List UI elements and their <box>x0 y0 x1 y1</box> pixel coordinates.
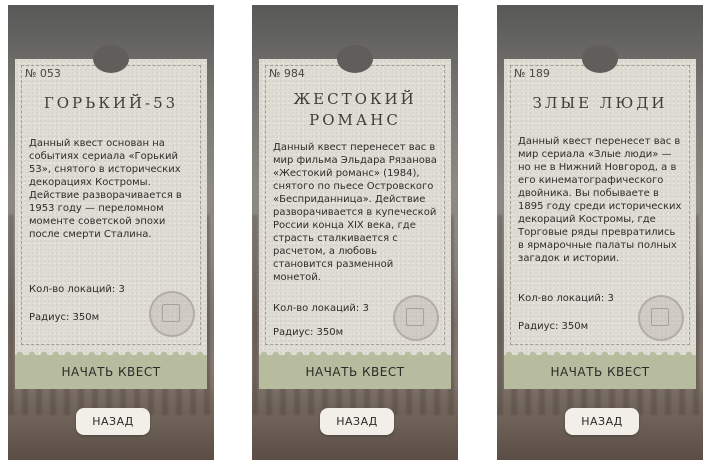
quest-ticket-card: № 984 ЖЕСТОКИЙ РОМАНС Данный квест перен… <box>259 45 451 360</box>
quest-description: Данный квест перенесет вас в мир фильма … <box>273 142 437 283</box>
quest-number: № 053 <box>25 67 61 80</box>
ticket-notch <box>337 45 373 73</box>
location-count: Кол-во локаций: 3 <box>273 303 369 314</box>
quest-screen-cruel-romance: № 984 ЖЕСТОКИЙ РОМАНС Данный квест перен… <box>252 5 458 460</box>
start-quest-button[interactable]: НАЧАТЬ КВЕСТ <box>504 355 696 389</box>
ticket-notch <box>582 45 618 73</box>
quest-ticket-card: № 189 ЗЛЫЕ ЛЮДИ Данный квест перенесет в… <box>504 45 696 360</box>
quest-description: Данный квест перенесет вас в мир сериала… <box>518 136 682 264</box>
start-quest-button[interactable]: НАЧАТЬ КВЕСТ <box>259 355 451 389</box>
quest-radius: Радиус: 350м <box>273 327 344 338</box>
quest-title: ГОРЬКИЙ-53 <box>43 94 179 112</box>
seal-stamp-icon <box>393 295 439 341</box>
location-count: Кол-во локаций: 3 <box>29 284 125 295</box>
quest-title: ЖЕСТОКИЙ РОМАНС <box>293 90 417 129</box>
seal-stamp-icon <box>149 291 195 337</box>
back-button[interactable]: НАЗАД <box>565 408 639 435</box>
location-count: Кол-во локаций: 3 <box>518 293 614 304</box>
quest-title: ЗЛЫЕ ЛЮДИ <box>532 94 668 112</box>
quest-description: Данный квест основан на событиях сериала… <box>29 138 182 240</box>
start-quest-button[interactable]: НАЧАТЬ КВЕСТ <box>15 355 207 389</box>
seal-stamp-icon <box>638 295 684 341</box>
quest-radius: Радиус: 350м <box>518 321 589 332</box>
quest-number: № 984 <box>269 67 305 80</box>
back-button[interactable]: НАЗАД <box>76 408 150 435</box>
quest-screen-evil-people: № 189 ЗЛЫЕ ЛЮДИ Данный квест перенесет в… <box>497 5 703 460</box>
quest-ticket-card: № 053 ГОРЬКИЙ-53 Данный квест основан на… <box>15 45 207 360</box>
quest-number: № 189 <box>514 67 550 80</box>
quest-radius: Радиус: 350м <box>29 312 100 323</box>
quest-screen-gorky: № 053 ГОРЬКИЙ-53 Данный квест основан на… <box>8 5 214 460</box>
ticket-notch <box>93 45 129 73</box>
back-button[interactable]: НАЗАД <box>320 408 394 435</box>
